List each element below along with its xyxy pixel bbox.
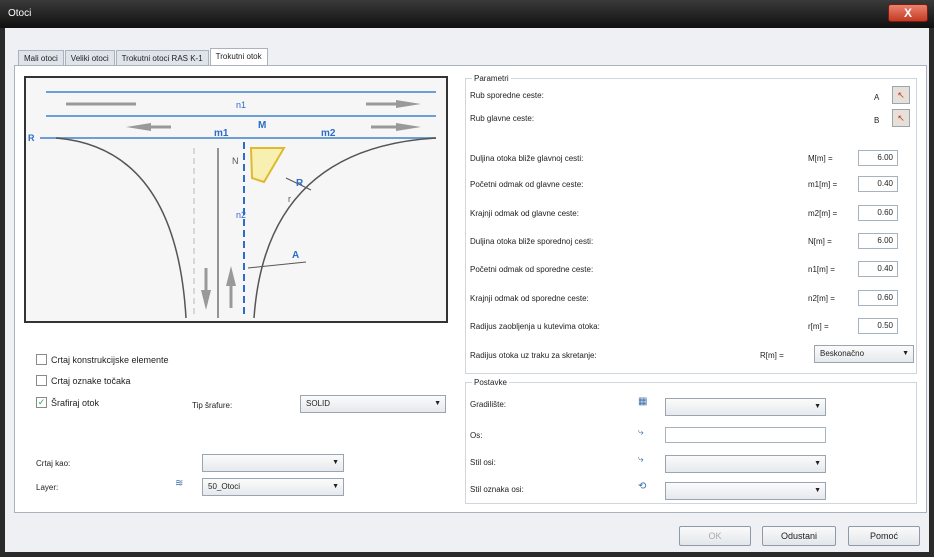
- parameters-legend: Parametri: [474, 74, 509, 83]
- param-label: Krajnji odmak od sporedne ceste:: [470, 294, 589, 303]
- checkbox-box[interactable]: [36, 375, 47, 386]
- param-symbol: n1[m] =: [808, 265, 835, 274]
- label-M: M: [258, 120, 266, 131]
- layer-value: 50_Otoci: [208, 482, 241, 491]
- param-symbol: r[m] =: [808, 322, 829, 331]
- axis-label-style-label: Stil oznaka osi:: [470, 485, 524, 494]
- param-label: Duljina otoka bliže sporednoj cesti:: [470, 237, 594, 246]
- axis-style-dropdown[interactable]: ▼: [665, 455, 826, 473]
- site-icon: ▦: [638, 396, 648, 407]
- axis-label: Os:: [470, 431, 483, 440]
- title-bar: Otoci X: [0, 0, 934, 28]
- hatch-type-label: Tip šrafure:: [192, 401, 233, 410]
- layer-label: Layer:: [36, 483, 59, 492]
- label-N: N: [232, 156, 239, 166]
- island-diagram: R n1 m1 M m2 N n2 R r A: [24, 76, 448, 323]
- help-button[interactable]: Pomoć: [848, 526, 920, 546]
- layers-icon[interactable]: ≋: [175, 478, 183, 489]
- site-dropdown[interactable]: ▼: [665, 398, 826, 416]
- param-N-input[interactable]: 6.00: [858, 233, 898, 249]
- window-title: Otoci: [8, 8, 32, 19]
- tab-trokutni-otok[interactable]: Trokutni otok: [209, 48, 268, 66]
- pick-side-road-button[interactable]: ↖: [892, 86, 910, 104]
- side-road-edge-label: Rub sporedne ceste:: [470, 91, 544, 100]
- chevron-down-icon: ▼: [814, 487, 821, 494]
- chevron-down-icon: ▼: [332, 459, 339, 466]
- param-m2-input[interactable]: 0.60: [858, 205, 898, 221]
- label-R-left: R: [28, 133, 35, 143]
- hatch-type-dropdown[interactable]: SOLID ▼: [300, 395, 446, 413]
- axis-pick-icon[interactable]: ⤷: [638, 427, 644, 438]
- pick-main-road-button[interactable]: ↖: [892, 109, 910, 127]
- radius-lane-label: Radijus otoka uz traku za skretanje:: [470, 351, 597, 360]
- radius-lane-symbol: R[m] =: [760, 351, 784, 360]
- chevron-down-icon: ▼: [814, 460, 821, 467]
- label-n1: n1: [236, 100, 246, 110]
- param-symbol: n2[m] =: [808, 294, 835, 303]
- param-n2-input[interactable]: 0.60: [858, 290, 898, 306]
- label-r: r: [288, 194, 291, 204]
- point-labels-label: Crtaj oznake točaka: [51, 375, 131, 386]
- draw-as-dropdown[interactable]: ▼: [202, 454, 344, 472]
- hatch-island-label: Šrafiraj otok: [51, 397, 100, 408]
- axis-input[interactable]: [665, 427, 826, 443]
- param-label: Duljina otoka bliže glavnoj cesti:: [470, 154, 584, 163]
- param-symbol: N[m] =: [808, 237, 832, 246]
- axis-label-style-dropdown[interactable]: ▼: [665, 482, 826, 500]
- hatch-type-value: SOLID: [306, 399, 331, 408]
- param-M-input[interactable]: 6.00: [858, 150, 898, 166]
- cancel-button[interactable]: Odustani: [762, 526, 836, 546]
- label-m1: m1: [214, 128, 229, 139]
- param-m1-input[interactable]: 0.40: [858, 176, 898, 192]
- hatch-island-checkbox[interactable]: ✓ Šrafiraj otok: [36, 397, 99, 408]
- main-road-edge-label: Rub glavne ceste:: [470, 114, 535, 123]
- param-label: Početni odmak od glavne ceste:: [470, 180, 584, 189]
- label-m2: m2: [321, 128, 336, 139]
- param-symbol: M[m] =: [808, 154, 833, 163]
- tab-trokutni-ras[interactable]: Trokutni otoci RAS K-1: [115, 50, 209, 66]
- point-labels-checkbox[interactable]: Crtaj oznake točaka: [36, 375, 131, 386]
- close-button[interactable]: X: [888, 4, 928, 22]
- layer-dropdown[interactable]: 50_Otoci ▼: [202, 478, 344, 496]
- param-n1-input[interactable]: 0.40: [858, 261, 898, 277]
- site-label: Gradilište:: [470, 400, 507, 409]
- axis-style-label: Stil osi:: [470, 458, 496, 467]
- label-n2: n2: [236, 210, 246, 220]
- param-label: Krajnji odmak od glavne ceste:: [470, 209, 579, 218]
- ok-button[interactable]: OK: [679, 526, 751, 546]
- param-label: Radijus zaobljenja u kutevima otoka:: [470, 322, 600, 331]
- radius-lane-value: Beskonačno: [820, 349, 865, 358]
- construct-elements-label: Crtaj konstrukcijske elemente: [51, 354, 169, 365]
- chevron-down-icon: ▼: [902, 350, 909, 357]
- checkbox-box[interactable]: ✓: [36, 397, 47, 408]
- construct-elements-checkbox[interactable]: Crtaj konstrukcijske elemente: [36, 354, 169, 365]
- param-r-input[interactable]: 0.50: [858, 318, 898, 334]
- tab-bar: Mali otoci Veliki otoci Trokutni otoci R…: [18, 48, 269, 66]
- tab-veliki-otoci[interactable]: Veliki otoci: [64, 50, 115, 66]
- diagram-svg: R n1 m1 M m2 N n2 R r A: [28, 91, 437, 319]
- chevron-down-icon: ▼: [814, 403, 821, 410]
- axis-style-icon: ⤷: [638, 454, 644, 465]
- label-R-curve: R: [296, 178, 304, 189]
- checkbox-box[interactable]: [36, 354, 47, 365]
- param-symbol: m1[m] =: [808, 180, 838, 189]
- radius-lane-dropdown[interactable]: Beskonačno ▼: [814, 345, 914, 363]
- side-road-edge-symbol: A: [874, 93, 880, 102]
- param-label: Početni odmak od sporedne ceste:: [470, 265, 594, 274]
- main-road-edge-symbol: B: [874, 116, 880, 125]
- settings-legend: Postavke: [474, 378, 507, 387]
- chevron-down-icon: ▼: [332, 483, 339, 490]
- param-symbol: m2[m] =: [808, 209, 838, 218]
- draw-as-label: Crtaj kao:: [36, 459, 71, 468]
- tab-mali-otoci[interactable]: Mali otoci: [18, 50, 64, 66]
- label-A: A: [292, 250, 299, 261]
- chevron-down-icon: ▼: [434, 400, 441, 407]
- axis-label-style-icon: ⟲: [638, 481, 647, 492]
